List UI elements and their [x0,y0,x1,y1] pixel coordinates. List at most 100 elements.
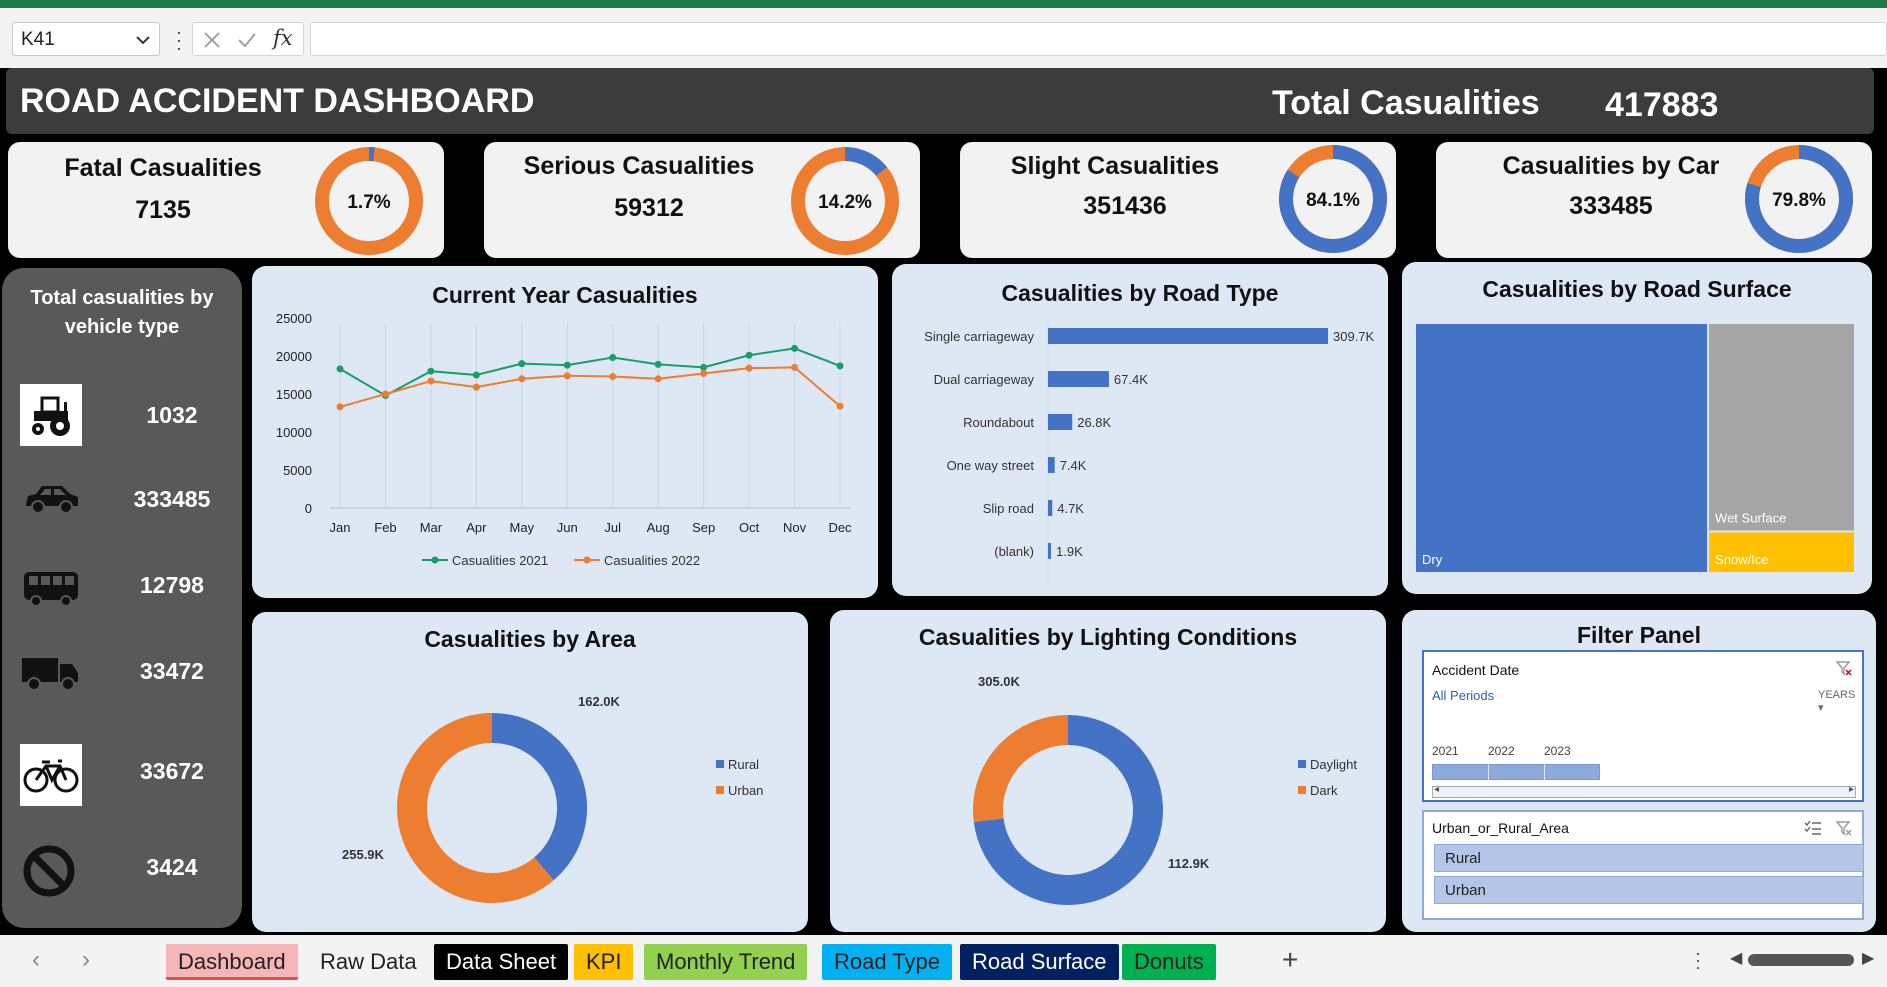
tile-label: Dry [1422,552,1443,567]
vehicle-row: 33472 [2,642,242,706]
cancel-icon[interactable] [203,31,221,49]
tab-kpi[interactable]: KPI [574,944,634,980]
vehicle-type-panel: Total casualities by vehicle type 1032 3… [2,268,242,928]
data-label: 67.4K [1114,372,1148,387]
multi-select-icon[interactable] [1804,820,1822,836]
prev-sheet-icon[interactable]: ‹ [32,946,40,974]
more-options-icon[interactable]: · · · [1694,944,1702,976]
kpi-card-slight: Slight Casualities 351436 84.1% [960,142,1396,258]
category-label: One way street [947,458,1035,473]
legend-marker [583,556,591,564]
y-tick-label: 0 [305,501,312,516]
data-point [518,360,526,368]
chevron-down-icon [136,36,150,45]
slicer-item-rural[interactable]: Rural [1434,844,1864,872]
name-box[interactable]: K41 [12,22,160,56]
x-tick-label: Jan [330,520,351,535]
formula-buttons: fx [192,22,304,56]
kpi-label: Serious Casualities [523,152,755,180]
data-point [563,361,571,369]
tile-label: Wet Surface [1715,510,1786,525]
legend-label: Rural [728,757,759,772]
donut-segment [973,715,1069,822]
total-casualties-label: Total Casualities [1272,84,1540,122]
tab-road-surface[interactable]: Road Surface [960,944,1119,980]
donut-percent-label: 79.8% [1772,190,1826,211]
more-options-icon[interactable]: · · · [174,23,184,57]
line-chart: Jan Feb Mar Apr May Jun Jul Aug Sep Oct Nov Dec 0 500… [276,311,852,568]
series-line [339,366,841,408]
data-point [336,365,344,373]
bar [1048,500,1053,516]
tab-donuts[interactable]: Donuts [1122,944,1216,980]
x-tick-label: Feb [374,520,396,535]
year-label: 2021 [1432,744,1459,758]
data-label: 309.7K [1333,329,1375,344]
slicer-item-urban[interactable]: Urban [1434,876,1864,904]
data-point [836,362,844,370]
vehicle-value: 333485 [133,486,211,512]
scroll-right-icon[interactable]: ▸ [1849,784,1854,795]
timeline-selection-bar[interactable] [1432,764,1600,780]
category-label: (blank) [994,544,1034,559]
scroll-left-icon[interactable]: ◀ [1730,948,1742,968]
x-tick-label: Jul [604,520,621,535]
tab-monthly-trend[interactable]: Monthly Trend [644,944,808,980]
bar [1048,371,1109,387]
kpi-value: 333485 [1569,192,1653,220]
kpi-label: Slight Casualities [1010,152,1220,180]
next-sheet-icon[interactable]: › [82,946,90,974]
total-casualties-value: 417883 [1605,86,1719,124]
kpi-donut: 84.1% [1279,145,1387,253]
donut-percent-label: 14.2% [818,192,872,213]
data-point [700,369,708,377]
data-point [700,363,708,371]
vehicle-row: 33672 [2,744,242,808]
bar [1048,328,1328,344]
timeline-scrollbar[interactable]: ◂ ▸ [1432,784,1856,798]
legend-marker [431,556,439,564]
area-panel: Casualities by Area 162.0K Rural 255.9K Urb… [252,612,808,932]
data-point [609,373,617,381]
x-tick-label: Nov [783,520,807,535]
clear-filter-icon[interactable] [1836,820,1852,836]
kpi-value: 351436 [1083,192,1167,220]
data-point [427,377,435,385]
category-label: Roundabout [963,415,1034,430]
tab-road-type[interactable]: Road Type [822,944,953,980]
clear-filter-icon[interactable] [1836,660,1852,676]
data-point [654,360,662,368]
vehicle-value: 33672 [140,758,204,784]
tab-dashboard[interactable]: Dashboard [166,944,298,980]
data-point [654,375,662,383]
scroll-right-icon[interactable]: ▶ [1862,948,1874,968]
x-tick-label: Jun [557,520,578,535]
horizontal-scrollbar[interactable] [1748,954,1854,966]
data-point [745,351,753,359]
donut-segment [397,713,554,903]
vehicle-row: 333485 [2,466,242,530]
years-dropdown[interactable]: YEARS ▾ [1818,689,1862,714]
y-tick-label: 5000 [283,463,312,478]
tab-raw-data[interactable]: Raw Data [308,944,429,980]
data-label: 162.0K [578,694,621,709]
all-periods-label[interactable]: All Periods [1432,688,1494,703]
year-label: 2022 [1488,744,1515,758]
tractor-icon [20,384,82,446]
function-icon[interactable]: fx [273,26,293,50]
kpi-card-car: Casualities by Car 333485 79.8% [1436,142,1872,258]
check-icon[interactable] [237,31,257,49]
scroll-left-icon[interactable]: ◂ [1434,784,1439,795]
timeline-slicer[interactable]: Accident Date All Periods YEARS ▾ 2021 2… [1422,650,1864,802]
truck-icon [20,642,82,704]
monthly-trend-panel: Current Year Casualities Jan Feb Mar Apr May… [252,266,878,598]
kpi-donut: 14.2% [791,147,899,255]
road-surface-panel: Casualities by Road Surface Dry Wet Surfa… [1402,262,1872,594]
legend-swatch [1298,786,1306,794]
add-sheet-icon[interactable]: + [1282,944,1298,976]
donut-percent-label: 84.1% [1306,190,1360,211]
x-tick-label: Dec [828,520,852,535]
tab-data-sheet[interactable]: Data Sheet [434,944,569,980]
formula-input[interactable] [310,22,1887,56]
category-label: Dual carriageway [934,372,1035,387]
